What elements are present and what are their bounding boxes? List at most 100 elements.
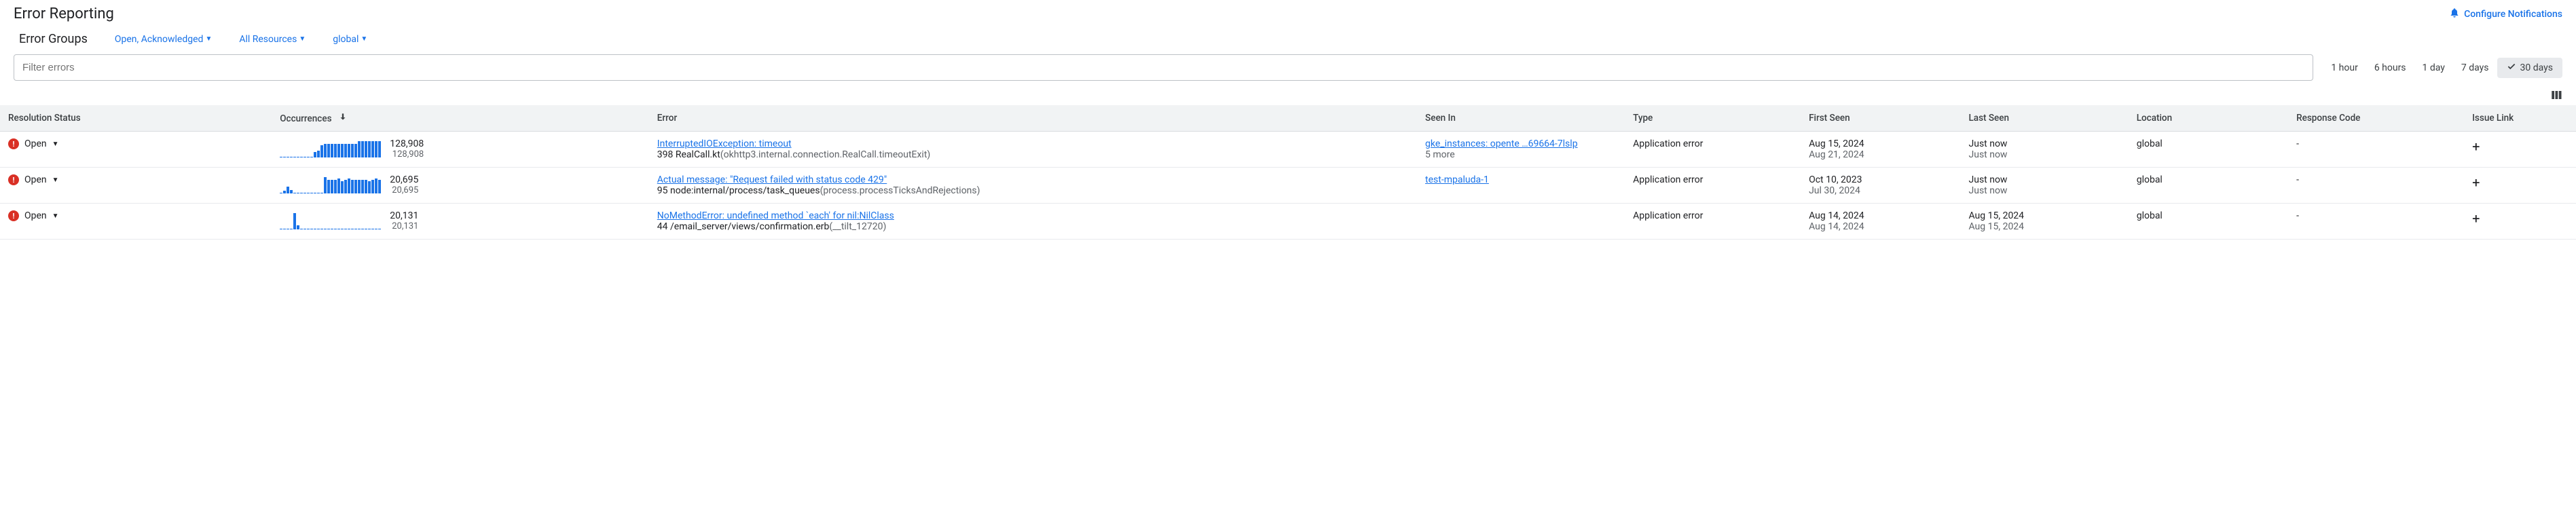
occurrences-sub: 20,695 bbox=[390, 185, 418, 195]
columns-icon[interactable] bbox=[2550, 89, 2562, 104]
first-seen-sub: Aug 21, 2024 bbox=[1809, 149, 1952, 160]
error-count: 95 bbox=[657, 185, 668, 196]
status-label: Open bbox=[24, 210, 47, 221]
last-seen: Aug 15, 2024 bbox=[1969, 210, 2120, 221]
col-header-seen[interactable]: Seen In bbox=[1417, 105, 1625, 132]
col-header-issue[interactable]: Issue Link bbox=[2464, 105, 2576, 132]
filter-location[interactable]: global ▼ bbox=[333, 34, 367, 45]
occurrences-sub: 20,131 bbox=[390, 221, 418, 231]
first-seen-sub: Aug 14, 2024 bbox=[1809, 221, 1952, 232]
bell-icon bbox=[2449, 7, 2460, 21]
chevron-down-icon: ▼ bbox=[361, 35, 367, 43]
error-title-link[interactable]: InterruptedIOException: timeout bbox=[657, 138, 792, 149]
filter-status-label: Open, Acknowledged bbox=[115, 34, 204, 45]
error-icon: ! bbox=[8, 210, 19, 221]
configure-notifications-label: Configure Notifications bbox=[2464, 9, 2562, 20]
filter-resources-label: All Resources bbox=[239, 34, 297, 45]
first-seen-sub: Jul 30, 2024 bbox=[1809, 185, 1952, 196]
location: global bbox=[2137, 174, 2163, 185]
filter-errors-input[interactable] bbox=[14, 54, 2313, 81]
status-label: Open bbox=[24, 174, 47, 185]
time-30days[interactable]: 30 days bbox=[2497, 58, 2562, 78]
time-range-group: 1 hour 6 hours 1 day 7 days 30 days bbox=[2323, 58, 2562, 78]
table-row: ! Open ▼ 128,908 128,908 InterruptedIOEx… bbox=[0, 132, 2576, 168]
error-count: 398 bbox=[657, 149, 674, 160]
error-icon: ! bbox=[8, 174, 19, 185]
location: global bbox=[2137, 210, 2163, 221]
error-table: Resolution Status Occurrences Error Seen… bbox=[0, 105, 2576, 240]
chevron-down-icon: ▼ bbox=[52, 140, 59, 148]
chevron-down-icon: ▼ bbox=[299, 35, 306, 43]
error-type: Application error bbox=[1633, 138, 1703, 149]
time-6hours[interactable]: 6 hours bbox=[2366, 58, 2414, 77]
chevron-down-icon: ▼ bbox=[52, 212, 59, 220]
error-type: Application error bbox=[1633, 210, 1703, 221]
filter-location-label: global bbox=[333, 34, 358, 45]
occurrences-sub: 128,908 bbox=[390, 149, 424, 159]
filter-resources[interactable]: All Resources ▼ bbox=[239, 34, 306, 45]
first-seen: Oct 10, 2023 bbox=[1809, 174, 1952, 185]
col-header-error[interactable]: Error bbox=[649, 105, 1417, 132]
seen-in-link[interactable]: gke_instances: opente …69664-7lslp bbox=[1425, 138, 1578, 149]
first-seen: Aug 14, 2024 bbox=[1809, 210, 1952, 221]
col-header-response[interactable]: Response Code bbox=[2288, 105, 2464, 132]
check-icon bbox=[2507, 62, 2516, 74]
col-header-status[interactable]: Resolution Status bbox=[0, 105, 272, 132]
sparkline bbox=[280, 141, 382, 157]
col-header-last[interactable]: Last Seen bbox=[1961, 105, 2129, 132]
error-icon: ! bbox=[8, 138, 19, 149]
error-type: Application error bbox=[1633, 174, 1703, 185]
error-function: (okhttp3.internal.connection.RealCall.ti… bbox=[720, 149, 930, 160]
seen-in-link[interactable]: test-mpaluda-1 bbox=[1425, 174, 1489, 185]
section-title: Error Groups bbox=[19, 32, 88, 46]
status-cell[interactable]: ! Open ▼ bbox=[8, 210, 263, 221]
configure-notifications-link[interactable]: Configure Notifications bbox=[2449, 7, 2562, 21]
status-cell[interactable]: ! Open ▼ bbox=[8, 138, 263, 149]
error-function: (process.processTicksAndRejections) bbox=[820, 185, 980, 196]
last-seen-sub: Just now bbox=[1969, 149, 2120, 160]
error-function: (__tilt_12720) bbox=[829, 221, 886, 232]
col-header-type[interactable]: Type bbox=[1625, 105, 1801, 132]
page-title: Error Reporting bbox=[14, 5, 114, 22]
sparkline bbox=[280, 177, 382, 193]
occurrences-count: 20,131 bbox=[390, 210, 418, 221]
error-count: 44 bbox=[657, 221, 668, 232]
error-path: node:internal/process/task_queues bbox=[670, 185, 820, 196]
sparkline bbox=[280, 213, 382, 229]
response-code: - bbox=[2296, 210, 2299, 221]
add-issue-link-button[interactable]: + bbox=[2472, 174, 2480, 191]
first-seen: Aug 15, 2024 bbox=[1809, 138, 1952, 149]
col-header-first[interactable]: First Seen bbox=[1801, 105, 1960, 132]
time-30days-label: 30 days bbox=[2520, 62, 2553, 73]
time-1hour[interactable]: 1 hour bbox=[2323, 58, 2366, 77]
sort-desc-icon bbox=[338, 113, 348, 124]
response-code: - bbox=[2296, 138, 2299, 149]
col-header-occurrences[interactable]: Occurrences bbox=[272, 105, 649, 132]
chevron-down-icon: ▼ bbox=[52, 176, 59, 184]
col-header-location[interactable]: Location bbox=[2129, 105, 2288, 132]
last-seen: Just now bbox=[1969, 174, 2120, 185]
response-code: - bbox=[2296, 174, 2299, 185]
table-row: ! Open ▼ 20,131 20,131 NoMethodError: un… bbox=[0, 204, 2576, 240]
chevron-down-icon: ▼ bbox=[205, 35, 212, 43]
add-issue-link-button[interactable]: + bbox=[2472, 210, 2480, 227]
error-title-link[interactable]: NoMethodError: undefined method `each' f… bbox=[657, 210, 894, 221]
occurrences-count: 128,908 bbox=[390, 138, 424, 149]
status-cell[interactable]: ! Open ▼ bbox=[8, 174, 263, 185]
col-header-occ-label: Occurrences bbox=[280, 113, 331, 124]
location: global bbox=[2137, 138, 2163, 149]
last-seen: Just now bbox=[1969, 138, 2120, 149]
time-1day[interactable]: 1 day bbox=[2414, 58, 2453, 77]
status-label: Open bbox=[24, 138, 47, 149]
filter-status[interactable]: Open, Acknowledged ▼ bbox=[115, 34, 212, 45]
seen-in-more: 5 more bbox=[1425, 149, 1617, 160]
table-row: ! Open ▼ 20,695 20,695 Actual message: "… bbox=[0, 168, 2576, 204]
last-seen-sub: Aug 15, 2024 bbox=[1969, 221, 2120, 232]
add-issue-link-button[interactable]: + bbox=[2472, 138, 2480, 155]
occurrences-count: 20,695 bbox=[390, 174, 418, 185]
last-seen-sub: Just now bbox=[1969, 185, 2120, 196]
time-7days[interactable]: 7 days bbox=[2453, 58, 2497, 77]
error-path: /email_server/views/confirmation.erb bbox=[670, 221, 829, 232]
error-title-link[interactable]: Actual message: "Request failed with sta… bbox=[657, 174, 887, 185]
error-path: RealCall.kt bbox=[676, 149, 720, 160]
